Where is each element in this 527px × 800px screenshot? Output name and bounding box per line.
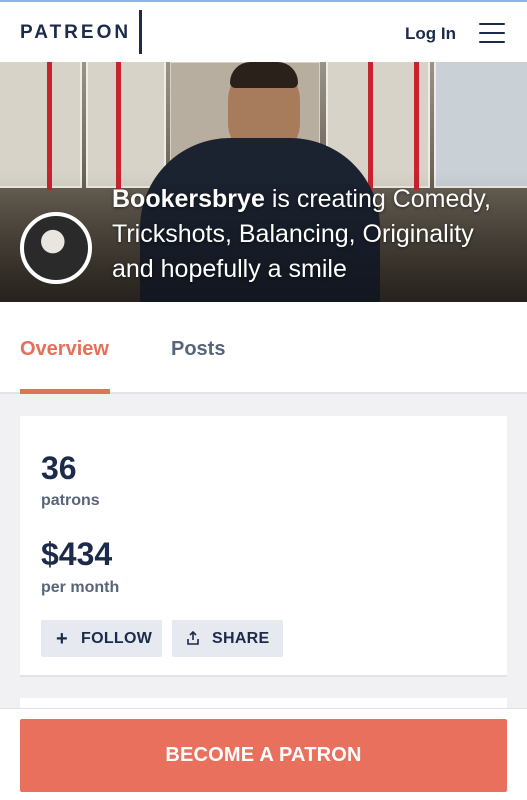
ribbon — [116, 62, 121, 190]
ribbon — [47, 62, 52, 190]
earnings-label: per month — [41, 579, 120, 596]
plus-icon: + — [56, 627, 68, 650]
creator-name[interactable]: Bookersbrye — [112, 185, 265, 213]
top-navigation-bar: PATREON Log In — [0, 0, 527, 62]
share-label: SHARE — [212, 629, 270, 647]
patrons-count: 36 — [41, 450, 77, 486]
logo-divider — [139, 10, 142, 54]
become-patron-button[interactable]: BECOME A PATRON — [20, 719, 507, 792]
stats-card: 36 patrons $434 per month + FOLLOW SHARE — [20, 416, 507, 677]
cabinet-left-2 — [86, 62, 166, 188]
login-link[interactable]: Log In — [405, 24, 456, 44]
follow-button[interactable]: + FOLLOW — [41, 620, 162, 657]
follow-label: FOLLOW — [81, 629, 153, 647]
creator-photo-hair — [230, 62, 298, 88]
share-button[interactable]: SHARE — [172, 620, 283, 657]
profile-tabs: Overview Posts — [0, 302, 527, 394]
glass-cabinet — [434, 62, 527, 188]
tab-posts[interactable]: Posts — [171, 338, 225, 361]
is-creating-text: is creating — [271, 185, 386, 213]
creator-avatar[interactable] — [20, 212, 92, 284]
hamburger-icon[interactable] — [479, 23, 505, 43]
patreon-logo[interactable]: PATREON — [20, 22, 131, 44]
share-icon — [184, 630, 202, 648]
sticky-footer: BECOME A PATRON — [0, 708, 527, 800]
patrons-label: patrons — [41, 492, 100, 509]
cabinet-left — [0, 62, 82, 188]
ribbon — [368, 62, 373, 190]
tab-overview[interactable]: Overview — [20, 338, 109, 361]
creator-headline: Bookersbrye is creating Comedy, Tricksho… — [112, 182, 517, 287]
monthly-earnings: $434 — [41, 536, 113, 572]
ribbon — [414, 62, 419, 190]
active-tab-indicator — [20, 389, 110, 394]
